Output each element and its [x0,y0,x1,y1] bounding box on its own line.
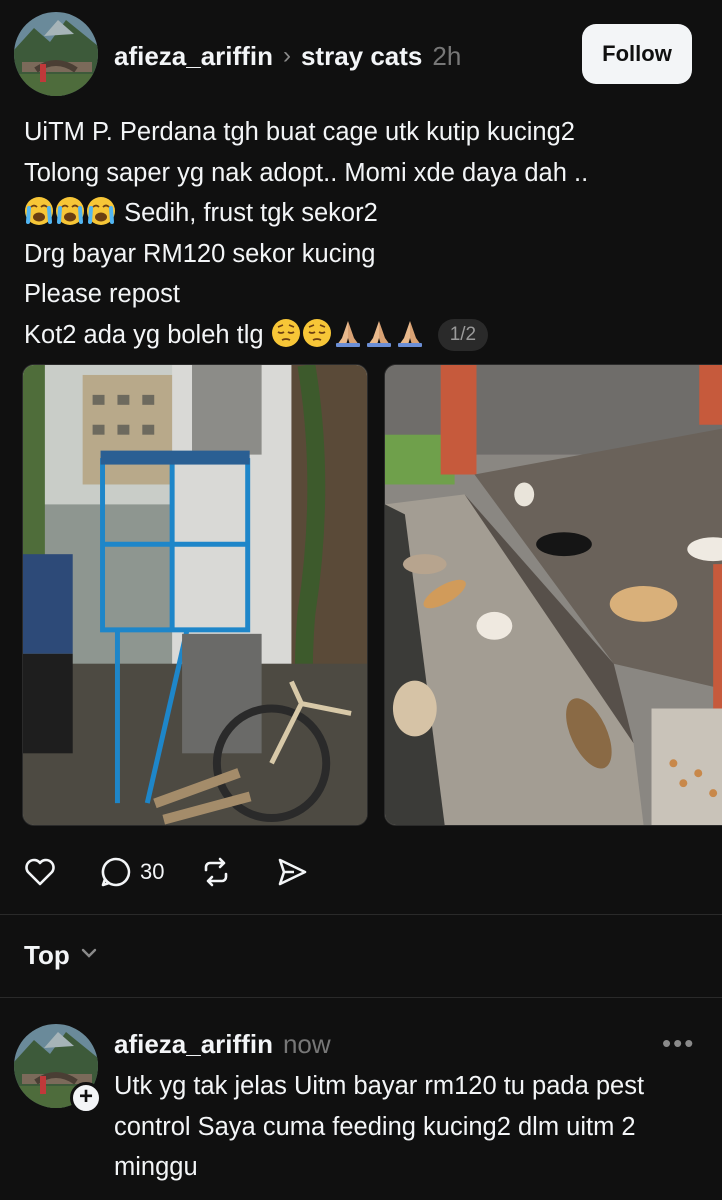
divider [0,997,722,998]
reply-author-username[interactable]: afieza_ariffin [114,1029,273,1060]
post-text-fragment: Sedih, frust tgk sekor2 [117,199,378,227]
sort-dropdown[interactable]: Top [24,940,100,971]
repost-button[interactable] [198,854,240,890]
post-body: UiTM P. Perdana tgh buat cage utk kutip … [24,112,704,355]
post-text-line: UiTM P. Perdana tgh buat cage utk kutip … [24,118,575,146]
folded-hands-icon [395,318,425,348]
post-text-line: Tolong saper yg nak adopt.. Momi xde day… [24,158,589,187]
comment-icon [98,854,134,890]
post-time: 2h [432,40,462,71]
post-text-line: Sedih, frust tgk sekor2 [24,193,704,234]
reply-time: now [282,1028,331,1059]
like-button[interactable] [22,854,64,890]
community-name[interactable]: stray cats [301,41,422,72]
post-text-line: Please repost [24,280,180,308]
divider [0,914,722,915]
post-image-cage[interactable] [22,364,368,826]
author-avatar[interactable] [14,12,98,96]
plus-icon[interactable]: + [70,1082,102,1114]
loudly-crying-face-icon [86,196,116,226]
loudly-crying-face-icon [55,196,85,226]
sort-label: Top [24,940,70,970]
share-button[interactable] [274,854,316,890]
post-text-line: Kot2 ada yg boleh tlg 1/2 [24,315,704,356]
send-icon [274,854,310,890]
post-text-fragment: Kot2 ada yg boleh tlg [24,320,271,349]
reply-body: Utk yg tak jelas Uitm bayar rm120 tu pad… [114,1072,645,1181]
relieved-face-icon [302,318,332,348]
reply-header: afieza_ariffin now [114,1024,331,1064]
folded-hands-icon [364,318,394,348]
post-text-line: Drg bayar RM120 sekor kucing [24,239,376,268]
image-counter: 1/2 [437,318,489,351]
chevron-down-icon [78,940,100,971]
follow-button[interactable]: Follow [582,24,692,84]
relieved-face-icon [271,318,301,348]
post-image-cats[interactable] [384,364,722,826]
repost-icon [198,854,234,890]
post-actions: 30 [22,850,350,894]
author-username[interactable]: afieza_ariffin [114,41,273,72]
community-separator: › [282,42,291,69]
heart-icon [22,854,58,890]
reply-button[interactable]: 30 [98,854,164,890]
folded-hands-icon [333,318,363,348]
loudly-crying-face-icon [24,196,54,226]
post-header: afieza_ariffin › stray cats 2h [114,36,461,76]
reply-count: 30 [140,859,165,884]
more-options-icon[interactable]: ••• [662,1028,695,1059]
